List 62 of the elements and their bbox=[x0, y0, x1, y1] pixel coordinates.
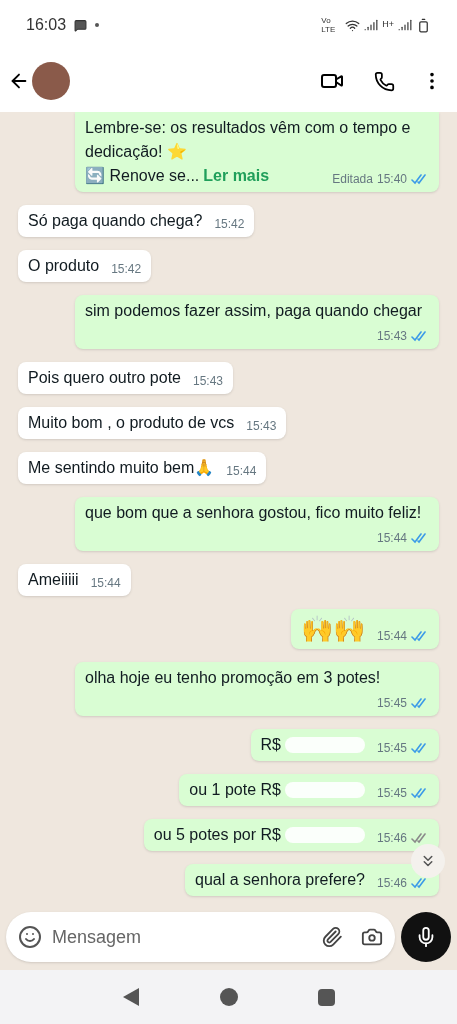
message-text: qual a senhora prefere? bbox=[195, 870, 365, 890]
contact-avatar[interactable] bbox=[32, 62, 70, 100]
message-text: Só paga quando chega? bbox=[28, 211, 203, 231]
message-text: ou 1 pote R$ bbox=[189, 780, 281, 800]
message-time: 15:43 bbox=[246, 418, 277, 435]
scroll-down-button[interactable] bbox=[411, 844, 445, 878]
message-field[interactable]: Mensagem bbox=[6, 912, 395, 962]
double-check-icon bbox=[411, 742, 429, 754]
message-text: Lembre-se: os resultados vêm com o tempo e dedicação! ⭐ bbox=[85, 118, 412, 162]
mic-button[interactable] bbox=[401, 912, 451, 962]
message-text: olha hoje eu tenho promoção em 3 potes! bbox=[85, 668, 381, 688]
signal-icon bbox=[364, 18, 379, 32]
read-more-link[interactable]: Ler mais bbox=[203, 164, 270, 188]
message-time: 15:46 bbox=[376, 830, 407, 847]
message-time: 15:45 bbox=[376, 695, 407, 712]
double-check-icon bbox=[411, 832, 429, 844]
double-check-icon bbox=[411, 330, 429, 342]
message-time: 15:42 bbox=[214, 216, 245, 233]
message-time: 15:44 bbox=[226, 463, 257, 480]
message-text: Ameiiiii bbox=[28, 570, 79, 590]
phone-icon[interactable] bbox=[374, 70, 395, 92]
message-text: Pois quero outro pote bbox=[28, 368, 181, 388]
message-time: 15:44 bbox=[90, 575, 121, 592]
wifi-icon bbox=[345, 17, 361, 33]
message-text: 🙌🙌 bbox=[300, 613, 365, 645]
data-label: H+ bbox=[382, 18, 394, 32]
message-time: 15:45 bbox=[376, 740, 407, 757]
message-time: 15:44 bbox=[376, 628, 407, 645]
message-time: 15:40 bbox=[376, 171, 407, 188]
message-input[interactable]: Mensagem bbox=[52, 923, 321, 951]
double-check-icon bbox=[411, 697, 429, 709]
signal-icon bbox=[398, 18, 412, 32]
status-time: 16:03 bbox=[26, 15, 67, 35]
message-time: 15:43 bbox=[193, 373, 224, 390]
double-check-icon bbox=[411, 532, 429, 544]
message-time: 15:43 bbox=[376, 328, 407, 345]
sticker-icon[interactable] bbox=[18, 925, 42, 949]
battery-icon bbox=[416, 17, 431, 33]
camera-icon[interactable] bbox=[361, 926, 383, 948]
network-label: Vo LTE bbox=[321, 16, 337, 34]
double-check-icon bbox=[411, 630, 429, 642]
message-text: Muito bom , o produto de vcs bbox=[28, 413, 235, 433]
recents-nav-icon[interactable] bbox=[318, 988, 335, 1006]
double-check-icon bbox=[411, 787, 429, 799]
home-nav-icon[interactable] bbox=[220, 988, 238, 1006]
double-check-icon bbox=[411, 877, 429, 889]
message-time: 15:44 bbox=[376, 530, 407, 547]
message-text: sim podemos fazer assim, paga quando chegar bbox=[85, 301, 423, 321]
message-text: R$ bbox=[260, 735, 281, 755]
attach-icon[interactable] bbox=[321, 926, 343, 948]
message-text: Me sentindo muito bem🙏 bbox=[28, 458, 215, 478]
chat-icon bbox=[74, 18, 88, 32]
message-text: que bom que a senhora gostou, fico muito feliz! bbox=[85, 503, 422, 523]
message-time: 15:45 bbox=[376, 785, 407, 802]
message-text: 🔄 Renove se... bbox=[85, 166, 200, 186]
back-nav-icon[interactable] bbox=[122, 987, 140, 1007]
message-text: ou 5 potes por R$ bbox=[153, 825, 281, 845]
message-time: 15:42 bbox=[111, 261, 142, 278]
edited-label: Editada bbox=[332, 171, 373, 188]
message-time: 15:46 bbox=[376, 875, 407, 892]
message-text: O produto bbox=[28, 256, 100, 276]
double-check-icon bbox=[411, 173, 429, 185]
